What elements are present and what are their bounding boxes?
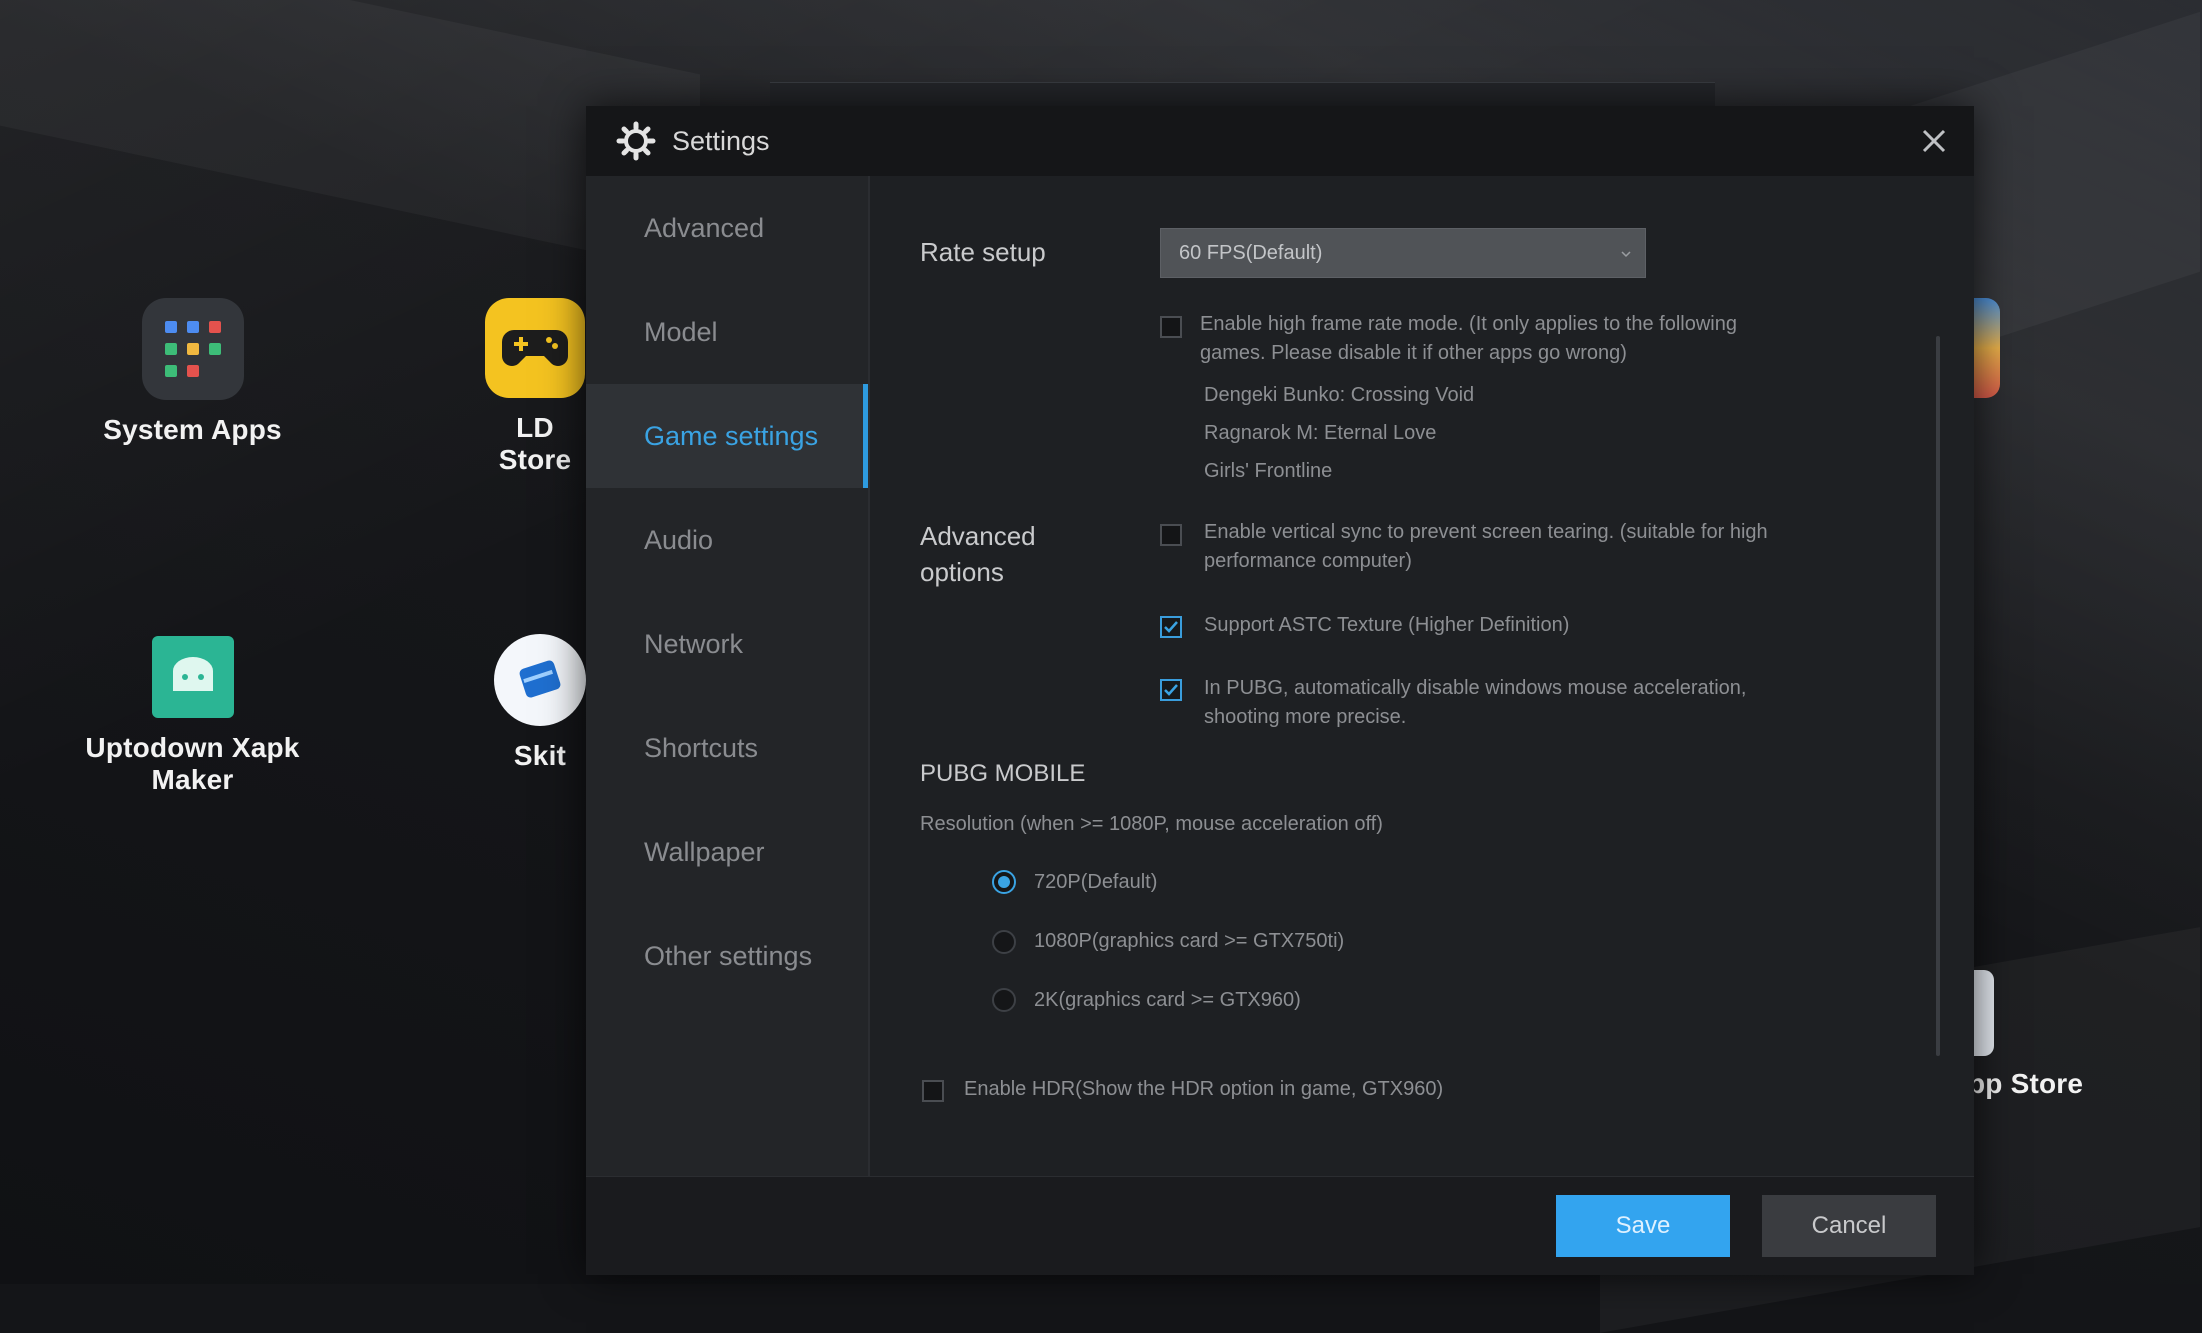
vsync-checkbox[interactable]	[1160, 524, 1182, 546]
cancel-button[interactable]: Cancel	[1762, 1195, 1936, 1257]
vsync-text-2: performance computer)	[1204, 550, 1412, 572]
desktop-app-label: Skit	[513, 740, 567, 771]
frame-rate-select[interactable]: 60 FPS(Default)	[1160, 228, 1646, 278]
nav-item-advanced[interactable]: Advanced	[586, 176, 868, 280]
nav-item-game-settings[interactable]: Game settings	[586, 384, 868, 488]
pubg-mouse-text-2: shooting more precise.	[1204, 706, 1407, 728]
gamepad-icon	[485, 298, 585, 398]
pubg-mouse-text-1: In PUBG, automatically disable windows m…	[1204, 677, 1747, 699]
desktop-app-label: Uptodown Xapk Maker	[85, 732, 300, 795]
resolution-720p-radio[interactable]	[992, 870, 1016, 894]
nav-item-network[interactable]: Network	[586, 592, 868, 696]
resolution-2k-radio[interactable]	[992, 988, 1016, 1012]
desktop-app-system-apps[interactable]: System Apps	[100, 298, 285, 446]
apps-grid-icon	[141, 298, 244, 400]
dialog-title: Settings	[672, 125, 770, 156]
gear-icon	[616, 121, 656, 161]
game-settings-panel: Rate setup 60 FPS(Default) Enable high f…	[870, 176, 1974, 1176]
skit-icon	[494, 634, 586, 726]
resolution-1080p-radio[interactable]	[992, 930, 1016, 954]
checkmark-icon	[1164, 621, 1178, 633]
high-frame-rate-text-1: Enable high frame rate mode. (It only ap…	[1200, 313, 1737, 335]
desktop-app-label: LD Store	[498, 412, 572, 475]
desktop-app-app-store[interactable]: pp Store	[1968, 970, 2088, 1100]
resolution-label: Resolution (when >= 1080P, mouse acceler…	[920, 813, 1383, 835]
vsync-text-1: Enable vertical sync to prevent screen t…	[1204, 521, 1768, 543]
nav-item-audio[interactable]: Audio	[586, 488, 868, 592]
high-frame-rate-text-2: games. Please disable it if other apps g…	[1200, 342, 1627, 364]
scrollbar[interactable]	[1936, 336, 1940, 1056]
hdr-checkbox[interactable]	[922, 1080, 944, 1102]
high-frame-rate-checkbox[interactable]	[1160, 316, 1182, 338]
supported-game-2: Ragnarok M: Eternal Love	[1204, 422, 1437, 444]
resolution-1080p-label: 1080P(graphics card >= GTX750ti)	[1034, 930, 1345, 952]
hdr-text: Enable HDR(Show the HDR option in game, …	[964, 1078, 1444, 1100]
dialog-titlebar: Settings	[586, 106, 1974, 176]
pubg-mouse-acceleration-checkbox[interactable]	[1160, 679, 1182, 701]
close-icon[interactable]	[1916, 123, 1952, 159]
desktop-app-skit[interactable]: Skit	[490, 634, 590, 772]
desktop-app-ld-store[interactable]: LD Store	[480, 298, 590, 476]
resolution-2k-label: 2K(graphics card >= GTX960)	[1034, 989, 1301, 1011]
pubg-mobile-heading: PUBG MOBILE	[920, 760, 1086, 787]
settings-sidebar: Advanced Model Game settings Audio Netwo…	[586, 176, 870, 1176]
nav-item-model[interactable]: Model	[586, 280, 868, 384]
save-button[interactable]: Save	[1556, 1195, 1730, 1257]
android-box-icon	[151, 636, 234, 718]
rate-setup-label: Rate setup	[920, 237, 1046, 267]
nav-item-other-settings[interactable]: Other settings	[586, 904, 868, 1008]
checkmark-icon	[1164, 684, 1178, 696]
advanced-options-label-1: Advanced	[920, 521, 1036, 551]
desktop-app-uptodown-xapk-maker[interactable]: Uptodown Xapk Maker	[60, 636, 325, 796]
desktop-app-label: pp Store	[1968, 1068, 2084, 1099]
astc-texture-text: Support ASTC Texture (Higher Definition)	[1204, 614, 1570, 636]
settings-dialog: Settings Advanced Model Game settings Au…	[586, 106, 1974, 1275]
nav-item-shortcuts[interactable]: Shortcuts	[586, 696, 868, 800]
resolution-720p-label: 720P(Default)	[1034, 871, 1158, 893]
advanced-options-label-2: options	[920, 557, 1004, 587]
dialog-footer: Save Cancel	[586, 1176, 1974, 1275]
supported-game-1: Dengeki Bunko: Crossing Void	[1204, 384, 1475, 406]
astc-texture-checkbox[interactable]	[1160, 616, 1182, 638]
desktop-app-label: System Apps	[103, 414, 282, 445]
frame-rate-value: 60 FPS(Default)	[1179, 241, 1323, 264]
nav-item-wallpaper[interactable]: Wallpaper	[586, 800, 868, 904]
supported-game-3: Girls' Frontline	[1204, 460, 1333, 482]
chevron-down-icon	[1621, 251, 1631, 258]
